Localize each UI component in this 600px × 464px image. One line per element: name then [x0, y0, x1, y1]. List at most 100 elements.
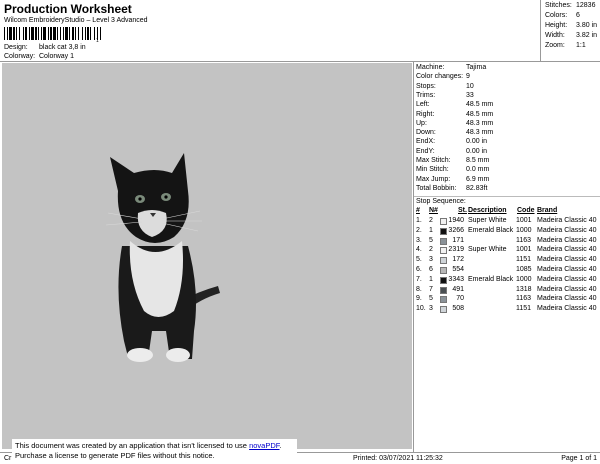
- property-row: Stops: 10: [416, 83, 474, 90]
- property-value: 48.3 mm: [466, 129, 494, 137]
- property-label: Color changes:: [416, 73, 464, 81]
- property-row: Down: 48.3 mm: [416, 129, 493, 136]
- row-description: Super White: [468, 217, 507, 224]
- property-row: Machine: Tajima: [416, 64, 486, 71]
- summary-value: 1:1: [576, 42, 586, 49]
- summary-row: Width: 3.82 in: [545, 32, 597, 39]
- worksheet-header: Production Worksheet Wilcom EmbroiderySt…: [0, 0, 600, 62]
- row-brand: Madeira Classic 40: [537, 285, 597, 293]
- row-stitches: 70: [456, 295, 464, 303]
- design-label: Design:: [4, 44, 28, 51]
- property-value: 8.5 mm: [466, 157, 490, 164]
- row-needle: 1: [429, 275, 433, 283]
- design-row: Design: black cat 3,8 in: [4, 44, 86, 51]
- row-stitches: 1940: [448, 217, 464, 224]
- novapdf-link[interactable]: novaPDF: [249, 441, 279, 450]
- property-row: Right: 48.5 mm: [416, 111, 493, 118]
- row-number: 6.: [416, 266, 422, 273]
- property-value: 0.00 in: [466, 138, 488, 146]
- row-number: 2.: [416, 226, 422, 234]
- row-description: Super White: [468, 246, 507, 254]
- row-brand: Madeira Classic 40: [537, 266, 597, 273]
- notice-line-2: Purchase a license to generate PDF files…: [15, 451, 215, 460]
- property-label: Max Stitch:: [416, 157, 451, 164]
- row-needle: 3: [429, 305, 433, 313]
- row-stitches: 3266: [448, 226, 464, 234]
- property-label: Up:: [416, 119, 427, 127]
- printed-date: Printed: 03/07/2021 11:25:32: [353, 455, 443, 462]
- summary-value: 3.82 in: [576, 32, 598, 39]
- embroidery-cat-image: [105, 153, 220, 362]
- row-code: 1151: [516, 305, 532, 313]
- row-code: 1001: [516, 246, 532, 254]
- row-brand: Madeira Classic 40: [537, 217, 597, 224]
- col-needle: N#: [429, 207, 438, 214]
- row-stitches: 491: [452, 285, 464, 293]
- row-stitches: 508: [452, 305, 464, 313]
- property-row: Min Stitch: 0.0 mm: [416, 166, 489, 173]
- design-preview: [2, 63, 412, 449]
- property-value: 48.5 mm: [466, 101, 494, 109]
- barcode-number: 1: [96, 38, 99, 44]
- property-value: 0.0 mm: [466, 166, 490, 174]
- property-value: 6.9 mm: [466, 175, 490, 183]
- notice-text: This document was created by an applicat…: [15, 441, 250, 450]
- row-needle: 2: [429, 217, 433, 224]
- row-needle: 1: [429, 226, 433, 234]
- row-code: 1163: [516, 295, 532, 303]
- row-number: 5.: [416, 256, 422, 264]
- summary-label: Width:: [545, 32, 565, 39]
- property-row: Max Stitch: 8.5 mm: [416, 157, 489, 164]
- row-brand: Madeira Classic 40: [537, 275, 597, 283]
- row-stitches: 2319: [448, 246, 464, 254]
- property-label: Total Bobbin:: [416, 184, 457, 192]
- row-needle: 5: [429, 295, 433, 303]
- divider: [414, 196, 600, 197]
- summary-row: Stitches: 12836: [545, 2, 595, 9]
- row-stitches: 171: [452, 236, 464, 244]
- row-code: 1151: [516, 256, 532, 264]
- row-code: 1318: [516, 285, 532, 293]
- summary-row: Height: 3.80 in: [545, 22, 597, 29]
- col-code: Code: [517, 207, 535, 214]
- property-label: Max Jump:: [416, 175, 451, 183]
- property-row: Trims: 33: [416, 92, 474, 99]
- colorway-row: Colorway: Colorway 1: [4, 53, 74, 60]
- summary-label: Stitches:: [545, 2, 572, 9]
- summary-value: 3.80 in: [576, 22, 598, 29]
- license-notice: This document was created by an applicat…: [12, 439, 297, 461]
- row-brand: Madeira Classic 40: [537, 236, 597, 244]
- row-number: 7.: [416, 275, 422, 283]
- property-label: EndY:: [416, 147, 435, 155]
- row-needle: 6: [429, 266, 433, 273]
- notice-line-1: This document was created by an applicat…: [15, 441, 294, 451]
- row-number: 1.: [416, 217, 422, 224]
- property-value: 82.83ft: [466, 184, 488, 192]
- property-label: Right:: [416, 110, 435, 118]
- row-number: 4.: [416, 246, 422, 254]
- colorway-label: Colorway:: [4, 53, 36, 60]
- row-brand: Madeira Classic 40: [537, 305, 597, 313]
- row-brand: Madeira Classic 40: [537, 226, 597, 234]
- property-row: Total Bobbin: 82.83ft: [416, 185, 487, 192]
- property-row: Left: 48.5 mm: [416, 101, 493, 108]
- row-description: Emerald Black: [468, 226, 514, 234]
- page-title: Production Worksheet: [4, 2, 132, 16]
- col-number: #: [416, 207, 420, 214]
- col-brand: Brand: [537, 207, 558, 214]
- row-needle: 2: [429, 246, 433, 254]
- row-code: 1000: [516, 275, 532, 283]
- property-label: Trims:: [416, 91, 436, 99]
- software-subtitle: Wilcom EmbroideryStudio – Level 3 Advanc…: [4, 17, 148, 24]
- row-needle: 3: [429, 256, 433, 264]
- col-description: Description: [468, 207, 507, 214]
- summary-label: Zoom:: [545, 42, 565, 49]
- property-value: 10: [466, 82, 474, 90]
- row-stitches: 554: [452, 266, 464, 273]
- row-brand: Madeira Classic 40: [537, 246, 597, 254]
- property-label: Stops:: [416, 82, 436, 90]
- properties-panel: Machine: Tajima Color changes: 9 Stops: 10 Tri…: [413, 62, 600, 452]
- row-brand: Madeira Classic 40: [537, 295, 597, 303]
- row-stitches: 172: [452, 256, 464, 264]
- row-code: 1000: [516, 226, 532, 234]
